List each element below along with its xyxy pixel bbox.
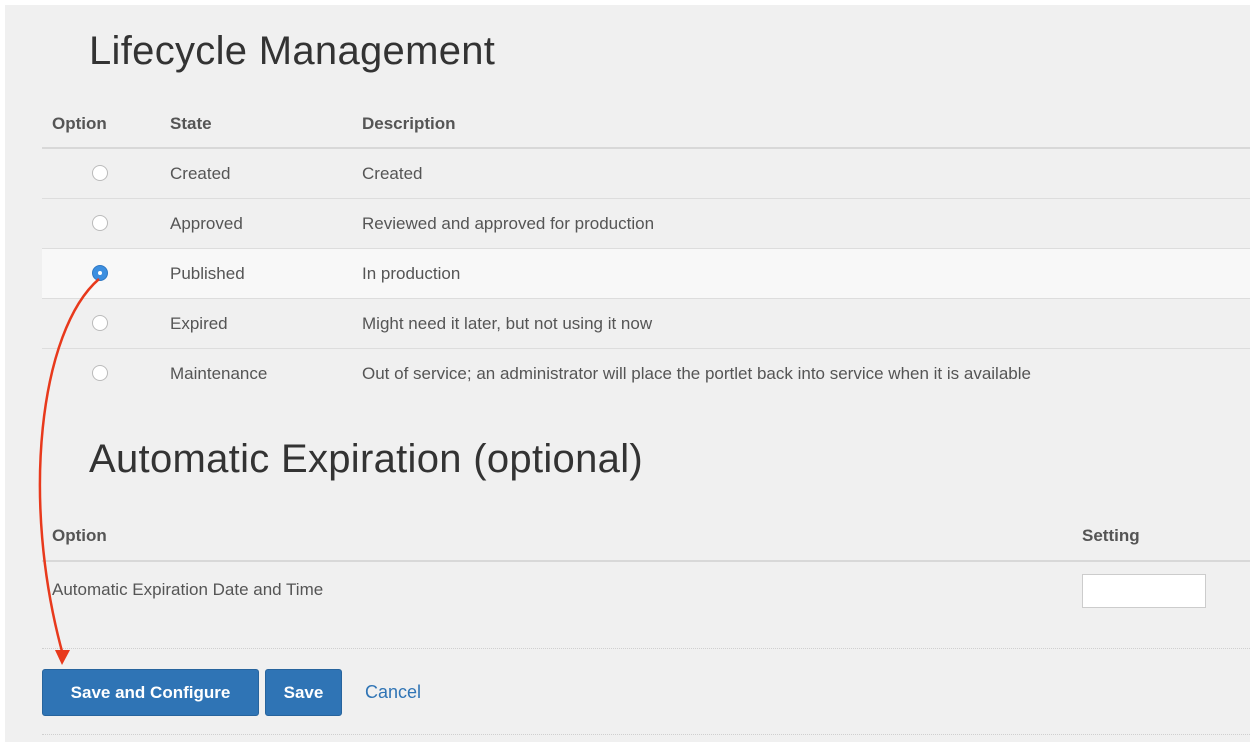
state-created: Created [170, 148, 362, 199]
header-option: Option [42, 100, 170, 149]
expiration-label: Automatic Expiration Date and Time [52, 580, 324, 599]
state-maintenance: Maintenance [170, 363, 268, 383]
header-state: State [170, 100, 362, 149]
header-exp-option: Option [42, 512, 1082, 562]
description-created: Created [362, 148, 1250, 199]
radio-published[interactable] [92, 265, 108, 282]
divider [42, 734, 1250, 735]
radio-approved[interactable] [92, 215, 108, 232]
lifecycle-row-approved[interactable]: Approved Reviewed and approved for produ… [42, 198, 1250, 249]
state-expired: Expired [170, 298, 362, 349]
expiration-header-row: Option Setting [42, 512, 1250, 562]
lifecycle-row-expired[interactable]: Expired Might need it later, but not usi… [42, 298, 1250, 349]
lifecycle-row-maintenance[interactable]: Maintenance Out of service; an administr… [42, 349, 1250, 399]
radio-created[interactable] [92, 165, 108, 182]
description-approved: Reviewed and approved for production [362, 198, 1250, 249]
description-published: In production [362, 248, 1250, 299]
save-and-configure-button[interactable]: Save and Configure [42, 669, 259, 716]
lifecycle-title: Lifecycle Management [89, 29, 496, 73]
expiration-row: Automatic Expiration Date and Time [42, 561, 1250, 650]
cancel-link[interactable]: Cancel [365, 682, 421, 703]
radio-maintenance[interactable] [92, 365, 108, 382]
header-description: Description [362, 100, 1250, 149]
lifecycle-row-created[interactable]: Created Created [42, 148, 1250, 199]
expiration-datetime-input[interactable] [1082, 574, 1206, 608]
state-approved: Approved [170, 198, 362, 249]
lifecycle-table: Option State Description Created Created… [42, 100, 1250, 398]
radio-expired[interactable] [92, 315, 108, 332]
lifecycle-row-published[interactable]: Published In production [42, 248, 1250, 299]
save-button[interactable]: Save [265, 669, 342, 716]
description-expired: Might need it later, but not using it no… [362, 298, 1250, 349]
content-panel: Lifecycle Management Option State Descri… [5, 5, 1250, 742]
expiration-table: Option Setting Automatic Expiration Date… [42, 512, 1250, 650]
description-maintenance: Out of service; an administrator will pl… [362, 363, 1031, 383]
lifecycle-header-row: Option State Description [42, 100, 1250, 149]
header-exp-setting: Setting [1082, 512, 1250, 562]
divider [42, 648, 1250, 649]
expiration-title: Automatic Expiration (optional) [89, 437, 644, 481]
state-published: Published [170, 248, 362, 299]
